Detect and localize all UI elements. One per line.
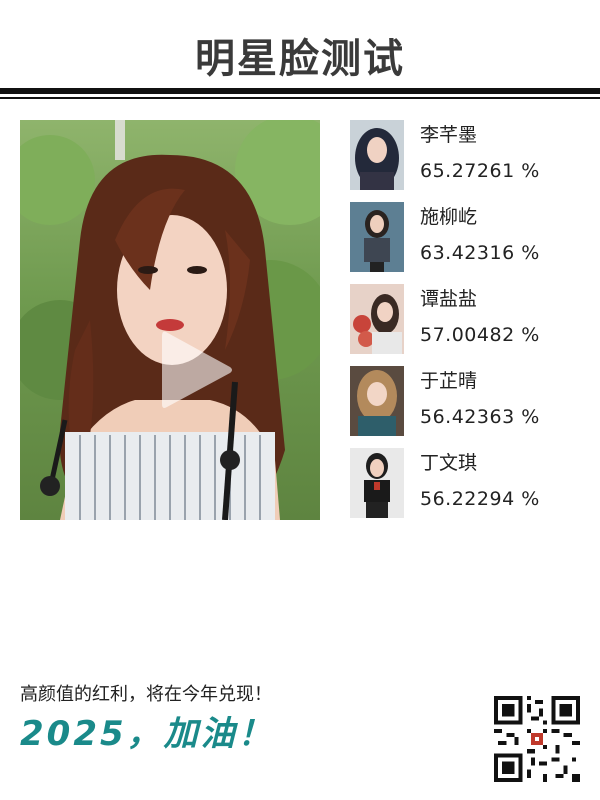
- play-button[interactable]: [160, 328, 234, 412]
- match-score: 56.22294 %: [420, 488, 540, 510]
- page-title: 明星脸测试: [195, 36, 405, 82]
- match-score: 56.42363 %: [420, 406, 540, 428]
- match-avatar: [350, 202, 404, 272]
- match-name: 李芊墨: [420, 124, 478, 146]
- header-divider-thick: [0, 88, 600, 94]
- match-name: 丁文琪: [420, 452, 478, 474]
- match-score: 65.27261 %: [420, 160, 540, 182]
- cheer-text: 2025，加油！: [20, 714, 275, 754]
- uploaded-photo[interactable]: [20, 120, 320, 520]
- qr-code-icon[interactable]: [494, 696, 580, 782]
- match-name: 施柳屹: [420, 206, 478, 228]
- match-item-1[interactable]: 李芊墨 65.27261 %: [350, 120, 580, 192]
- portrait-illustration: [20, 120, 320, 520]
- match-avatar: [350, 366, 404, 436]
- match-score: 63.42316 %: [420, 242, 540, 264]
- match-item-2[interactable]: 施柳屹 63.42316 %: [350, 202, 580, 274]
- header-divider-thin: [0, 97, 600, 99]
- match-name: 谭盐盐: [420, 288, 478, 310]
- match-item-3[interactable]: 谭盐盐 57.00482 %: [350, 284, 580, 356]
- match-avatar: [350, 120, 404, 190]
- match-avatar: [350, 448, 404, 518]
- slogan-text: 高颜值的红利，将在今年兑现！: [20, 684, 272, 705]
- match-item-5[interactable]: 丁文琪 56.22294 %: [350, 448, 580, 520]
- play-icon: [162, 331, 232, 408]
- match-score: 57.00482 %: [420, 324, 540, 346]
- match-avatar: [350, 284, 404, 354]
- match-item-4[interactable]: 于芷晴 56.42363 %: [350, 366, 580, 438]
- match-name: 于芷晴: [420, 370, 478, 392]
